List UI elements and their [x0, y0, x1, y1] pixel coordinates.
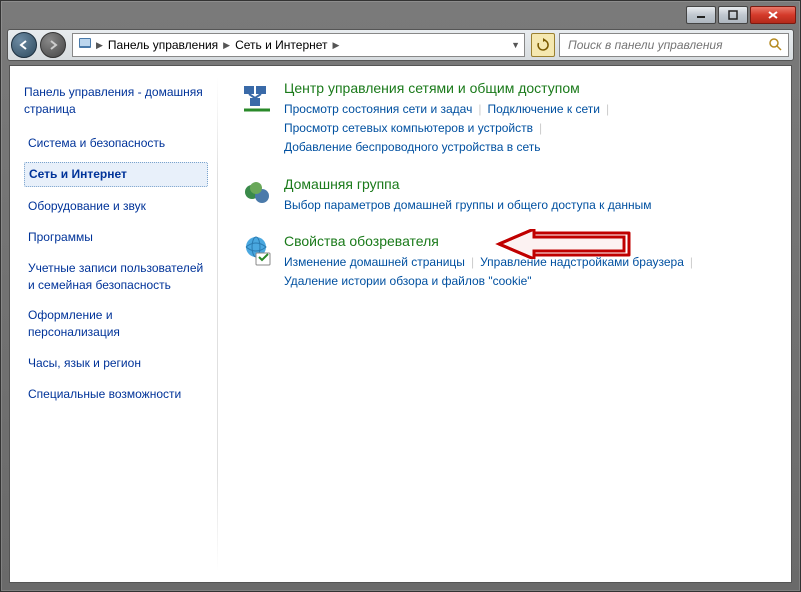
sidebar-item[interactable]: Оформление и персонализация: [24, 304, 208, 344]
search-icon[interactable]: [768, 37, 782, 54]
section-body: Домашняя группа Выбор параметров домашней…: [284, 176, 767, 215]
main-panel: Центр управления сетями и общим доступом…: [218, 66, 791, 582]
control-panel-icon: [77, 36, 93, 55]
link-divider: |: [606, 102, 609, 116]
category-section: Домашняя группа Выбор параметров домашней…: [242, 176, 767, 215]
category-links: Выбор параметров домашней группы и общег…: [284, 196, 767, 215]
content-area: Панель управления - домашняя страница Си…: [9, 65, 792, 583]
category-section: Свойства обозревателя Изменение домашней …: [242, 233, 767, 291]
network-sharing-icon: [242, 82, 274, 114]
section-body: Свойства обозревателя Изменение домашней …: [284, 233, 767, 291]
category-links: Изменение домашней страницы | Управление н…: [284, 253, 767, 291]
link-divider: |: [539, 121, 542, 135]
maximize-button[interactable]: [718, 6, 748, 24]
link-divider: |: [471, 255, 474, 269]
chevron-right-icon: ▶: [96, 40, 103, 51]
section-body: Центр управления сетями и общим доступом…: [284, 80, 767, 158]
search-box[interactable]: [559, 33, 789, 57]
sidebar-item[interactable]: Сеть и Интернет: [24, 162, 208, 187]
sidebar-item[interactable]: Программы: [24, 226, 208, 249]
address-bar[interactable]: ▶ Панель управления ▶ Сеть и Интернет ▶ …: [72, 33, 525, 57]
close-button[interactable]: [750, 6, 796, 24]
breadcrumb-item[interactable]: Панель управления: [108, 38, 218, 52]
link-divider: |: [478, 102, 481, 116]
task-link[interactable]: Выбор параметров домашней группы и общег…: [284, 198, 652, 212]
sidebar-home-link[interactable]: Панель управления - домашняя страница: [24, 84, 208, 118]
sidebar-item[interactable]: Система и безопасность: [24, 132, 208, 155]
address-dropdown[interactable]: ▼: [511, 40, 520, 50]
titlebar: [1, 1, 800, 29]
minimize-button[interactable]: [686, 6, 716, 24]
task-link[interactable]: Удаление истории обзора и файлов "cookie…: [284, 274, 532, 288]
category-title[interactable]: Домашняя группа: [284, 176, 767, 192]
chevron-right-icon: ▶: [333, 40, 340, 51]
back-button[interactable]: [11, 32, 37, 58]
task-link[interactable]: Просмотр состояния сети и задач: [284, 102, 472, 116]
sidebar-item[interactable]: Часы, язык и регион: [24, 352, 208, 375]
category-section: Центр управления сетями и общим доступом…: [242, 80, 767, 158]
breadcrumb-item[interactable]: Сеть и Интернет: [235, 38, 327, 52]
sidebar-item[interactable]: Оборудование и звук: [24, 195, 208, 218]
control-panel-window: ▶ Панель управления ▶ Сеть и Интернет ▶ …: [0, 0, 801, 592]
sidebar-item[interactable]: Специальные возможности: [24, 383, 208, 406]
homegroup-icon: [242, 178, 274, 210]
forward-button[interactable]: [40, 32, 66, 58]
toolbar: ▶ Панель управления ▶ Сеть и Интернет ▶ …: [7, 29, 794, 61]
category-title[interactable]: Центр управления сетями и общим доступом: [284, 80, 767, 96]
category-title[interactable]: Свойства обозревателя: [284, 233, 767, 249]
task-link[interactable]: Просмотр сетевых компьютеров и устройств: [284, 121, 533, 135]
task-link[interactable]: Изменение домашней страницы: [284, 255, 465, 269]
internet-options-icon: [242, 235, 274, 267]
search-input[interactable]: [566, 37, 768, 53]
link-divider: |: [690, 255, 693, 269]
chevron-right-icon: ▶: [223, 40, 230, 51]
refresh-button[interactable]: [531, 33, 555, 57]
task-link[interactable]: Добавление беспроводного устройства в се…: [284, 140, 541, 154]
task-link[interactable]: Подключение к сети: [487, 102, 599, 116]
sidebar-item[interactable]: Учетные записи пользователей и семейная …: [24, 257, 208, 297]
category-links: Просмотр состояния сети и задач | Подключе…: [284, 100, 767, 158]
sidebar: Панель управления - домашняя страница Си…: [10, 66, 218, 582]
task-link[interactable]: Управление надстройками браузера: [480, 255, 684, 269]
